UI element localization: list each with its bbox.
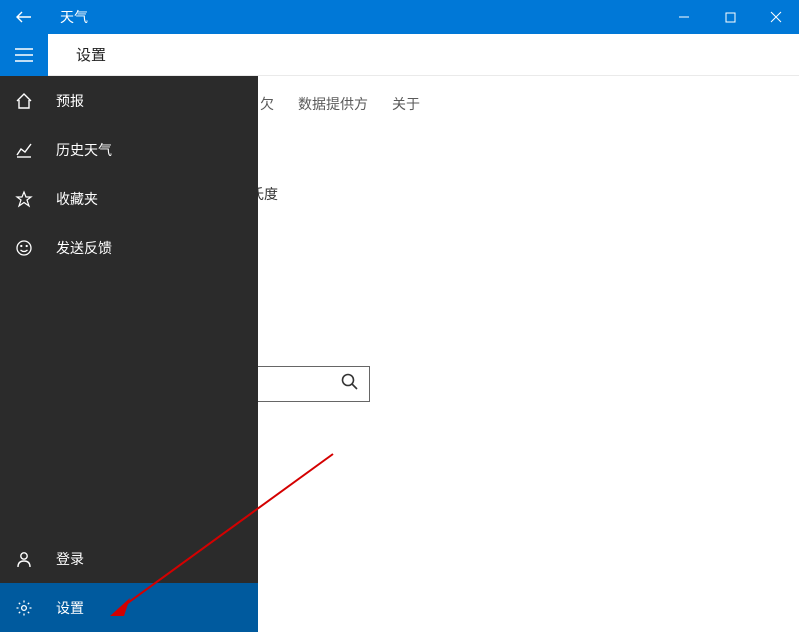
maximize-button[interactable] <box>707 0 753 34</box>
sidebar-item-forecast[interactable]: 预报 <box>0 76 258 125</box>
search-box[interactable] <box>255 366 370 402</box>
sidebar-item-label: 设置 <box>56 598 84 618</box>
tab-data-provider[interactable]: 数据提供方 <box>298 94 368 114</box>
minimize-button[interactable] <box>661 0 707 34</box>
back-button[interactable] <box>0 0 48 34</box>
sidebar-item-favorites[interactable]: 收藏夹 <box>0 174 258 223</box>
gear-icon <box>14 598 34 618</box>
tab-about[interactable]: 关于 <box>392 94 420 114</box>
home-icon <box>14 91 34 111</box>
sidebar-item-label: 预报 <box>56 91 84 111</box>
settings-tabs: 欠 数据提供方 关于 <box>260 94 420 114</box>
smiley-icon <box>14 238 34 258</box>
app-title: 天气 <box>60 7 88 27</box>
page-title: 设置 <box>76 44 106 65</box>
tab-partial[interactable]: 欠 <box>260 94 274 114</box>
sidebar-item-label: 登录 <box>56 549 84 569</box>
sidebar-item-history[interactable]: 历史天气 <box>0 125 258 174</box>
sub-header: 设置 <box>0 34 799 76</box>
close-button[interactable] <box>753 0 799 34</box>
sidebar-item-label: 历史天气 <box>56 140 112 160</box>
sidebar-item-label: 收藏夹 <box>56 189 98 209</box>
search-icon <box>341 373 359 396</box>
person-icon <box>14 549 34 569</box>
sidebar-item-feedback[interactable]: 发送反馈 <box>0 223 258 272</box>
star-icon <box>14 189 34 209</box>
title-bar: 天气 <box>0 0 799 34</box>
chart-icon <box>14 140 34 160</box>
sidebar-item-label: 发送反馈 <box>56 238 112 258</box>
sidebar-item-signin[interactable]: 登录 <box>0 534 258 583</box>
sidebar-item-settings[interactable]: 设置 <box>0 583 258 632</box>
hamburger-button[interactable] <box>0 34 48 76</box>
sidebar: 预报 历史天气 收藏夹 <box>0 76 258 632</box>
